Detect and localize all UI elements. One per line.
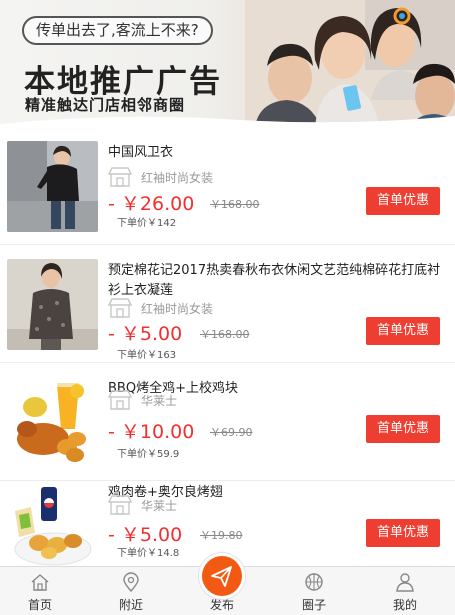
discount-price: - ￥10.00 [108, 421, 195, 443]
tab-label: 附近 [118, 598, 143, 612]
banner-people-photo [245, 0, 455, 127]
store-icon [108, 495, 132, 515]
first-order-discount-button[interactable]: 首单优惠 [366, 415, 440, 443]
paper-plane-icon [211, 566, 232, 587]
store-icon [108, 167, 132, 187]
shop-name: 华莱士 [141, 394, 178, 408]
original-price: ￥19.80 [200, 529, 243, 542]
tab-label: 我的 [392, 598, 417, 612]
product-name: 中国风卫衣 [108, 145, 174, 160]
first-order-discount-button[interactable]: 首单优惠 [366, 187, 440, 215]
product-name: 预定棉花记2017热卖春秋布衣休闲文艺范纯棉碎花打底衬衫上衣凝莲 [108, 263, 441, 298]
tab-circle[interactable]: 圈子 [279, 567, 349, 615]
order-price: 下单价￥59.9 [117, 449, 180, 460]
tab-home[interactable]: 首页 [5, 567, 75, 615]
tab-label: 首页 [27, 598, 52, 612]
order-price: 下单价￥14.8 [117, 548, 180, 559]
banner-tagline: 传单出去了,客流上不来? [22, 16, 213, 45]
order-price: 下单价￥142 [117, 218, 177, 229]
user-icon [396, 573, 414, 592]
product-item[interactable]: BBQ烤全鸡+上校鸡块 华莱士 - ￥10.00 ￥69.90 下单价￥59.9… [0, 363, 455, 481]
first-order-discount-button[interactable]: 首单优惠 [366, 317, 440, 345]
shop-info[interactable]: 红袖时尚女装 [108, 167, 308, 187]
banner-subtitle: 精准触达门店相邻商圈 [25, 96, 186, 114]
tab-mine[interactable]: 我的 [370, 567, 440, 615]
tab-label: 发布 [209, 598, 234, 612]
banner-wave-divider [0, 116, 455, 127]
shop-info[interactable]: 华莱士 [108, 390, 308, 410]
shop-name: 红袖时尚女装 [141, 171, 214, 185]
store-icon [108, 390, 132, 410]
home-icon [31, 574, 49, 591]
publish-button[interactable] [202, 556, 242, 596]
product-item[interactable]: 中国风卫衣 红袖时尚女装 - ￥26.00 ￥168.00 下单价￥142 首单… [0, 127, 455, 245]
tab-nearby[interactable]: 附近 [96, 567, 166, 615]
discount-price: - ￥26.00 [108, 193, 195, 215]
order-price: 下单价￥163 [117, 350, 177, 361]
product-thumbnail-chicken-wrap-pepsi [7, 481, 98, 572]
store-icon [108, 298, 132, 318]
shop-info[interactable]: 红袖时尚女装 [108, 298, 308, 318]
original-price: ￥69.90 [210, 426, 253, 439]
original-price: ￥168.00 [200, 328, 250, 341]
first-order-discount-button[interactable]: 首单优惠 [366, 519, 440, 547]
shop-name: 华莱士 [141, 499, 178, 513]
original-price: ￥168.00 [210, 198, 260, 211]
product-thumbnail-woman-floral-shirt [7, 259, 98, 350]
tab-label: 圈子 [301, 598, 326, 612]
discount-price: - ￥5.00 [108, 524, 183, 546]
discount-price: - ￥5.00 [108, 323, 183, 345]
product-item[interactable]: 预定棉花记2017热卖春秋布衣休闲文艺范纯棉碎花打底衬衫上衣凝莲 红袖时尚女装 … [0, 245, 455, 363]
basketball-icon [305, 573, 323, 591]
product-thumbnail-fried-chicken-juice [7, 377, 98, 468]
product-thumbnail-woman-hoodie [7, 141, 98, 232]
shop-info[interactable]: 华莱士 [108, 495, 308, 515]
ad-banner[interactable]: 传单出去了,客流上不来? 本地推广广告 精准触达门店相邻商圈 [0, 0, 455, 127]
location-pin-icon [123, 572, 139, 592]
shop-name: 红袖时尚女装 [141, 302, 214, 316]
